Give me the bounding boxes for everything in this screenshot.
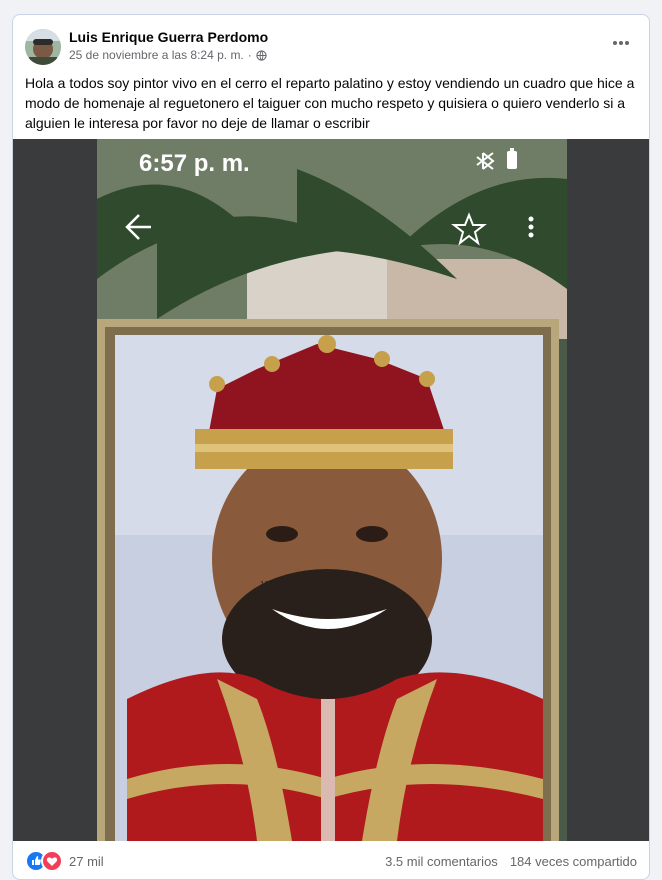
author-name[interactable]: Luis Enrique Guerra Perdomo [69,29,268,45]
shares-count[interactable]: 184 veces compartido [510,854,637,869]
post-body: Hola a todos soy pintor vivo en el cerro… [25,75,635,131]
more-vertical-icon [528,216,534,238]
painting-tattoo-text: 1010 [260,580,278,589]
post-card: Luis Enrique Guerra Perdomo 25 de noviem… [12,14,650,880]
post-header: Luis Enrique Guerra Perdomo 25 de noviem… [13,15,649,75]
more-horizontal-icon [613,41,629,45]
engagement-bar: 27 mil 3.5 mil comentarios 184 veces com… [13,841,649,879]
status-time: 6:57 p. m. [139,150,250,177]
globe-icon [256,49,267,61]
post-timestamp[interactable]: 25 de noviembre a las 8:24 p. m. [69,48,244,62]
battery-icon [507,151,517,169]
post-photo[interactable]: 6:57 p. m. 1010 [13,139,649,841]
comments-count[interactable]: 3.5 mil comentarios [385,854,498,869]
post-options-button[interactable] [609,31,633,55]
painting-photo: 6:57 p. m. 1010 [97,139,567,841]
reactions-count: 27 mil [69,853,104,869]
reactions-summary[interactable]: 27 mil [25,850,104,872]
author-avatar[interactable] [25,29,61,65]
comment-share-stats: 3.5 mil comentarios 184 veces compartido [385,854,637,869]
post-meta: 25 de noviembre a las 8:24 p. m. · [69,48,267,62]
love-icon [41,850,63,872]
meta-separator: · [247,48,252,62]
